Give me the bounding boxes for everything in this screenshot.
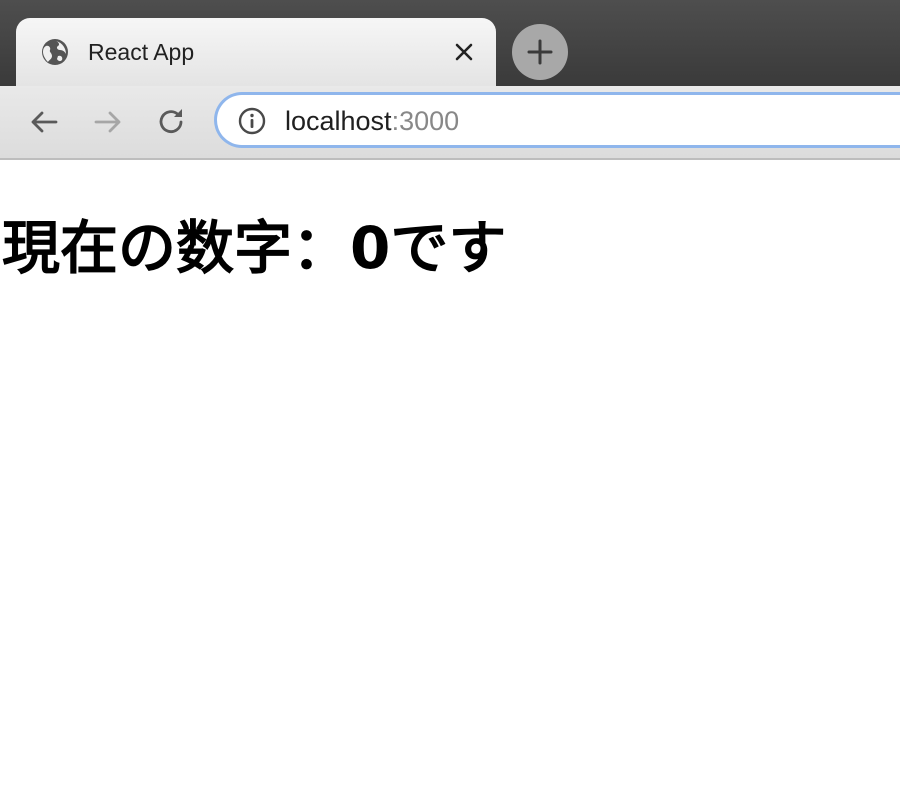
- address-bar[interactable]: localhost:3000: [214, 92, 900, 148]
- info-icon[interactable]: [237, 106, 267, 136]
- browser-tab[interactable]: React App: [16, 18, 496, 86]
- url-host: localhost: [285, 106, 392, 136]
- tab-title: React App: [88, 39, 195, 65]
- browser-toolbar: localhost:3000: [0, 86, 900, 160]
- url-port: :3000: [391, 106, 460, 136]
- arrow-right-icon: [94, 111, 121, 133]
- forward-button[interactable]: [88, 102, 128, 142]
- globe-icon: [42, 39, 68, 65]
- reload-button[interactable]: [152, 102, 192, 142]
- arrow-left-icon: [31, 111, 58, 133]
- page-heading: 現在の数字：0です: [2, 214, 507, 282]
- close-icon[interactable]: [452, 40, 476, 64]
- back-button[interactable]: [24, 102, 64, 142]
- plus-icon: [527, 39, 553, 65]
- reload-icon: [159, 109, 183, 134]
- browser-tabstrip: React App: [0, 0, 900, 86]
- url-text[interactable]: localhost:3000: [285, 105, 459, 137]
- new-tab-button[interactable]: [512, 24, 568, 80]
- page-content: 現在の数字：0です: [0, 160, 900, 800]
